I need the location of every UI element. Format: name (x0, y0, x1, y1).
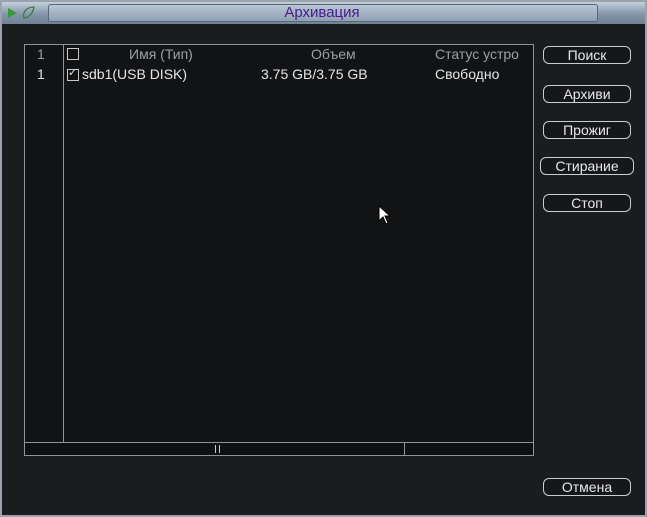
row-name: sdb1(USB DISK) (82, 66, 188, 82)
leaf-icon (22, 6, 35, 19)
window-title: Архивация (284, 4, 360, 21)
cancel-button[interactable]: Отмена (543, 478, 631, 496)
header-size[interactable]: Объем (311, 46, 391, 62)
burn-button[interactable]: Прожиг (543, 121, 631, 139)
mouse-pointer-icon (378, 205, 392, 225)
scrollbar-thumb[interactable] (25, 443, 405, 455)
header-name[interactable]: Имя (Тип) (129, 46, 249, 62)
row-checkbox[interactable] (67, 66, 79, 81)
play-arrow-icon (8, 8, 17, 18)
row-status: Свободно (435, 66, 500, 82)
title-bar-icons (8, 6, 35, 19)
title-bar: Архивация (2, 2, 645, 24)
select-all-checkbox[interactable] (67, 48, 79, 60)
erase-button[interactable]: Стирание (540, 157, 634, 175)
device-list[interactable]: 1 Имя (Тип) Объем Статус устро 1 sdb1(US… (24, 44, 534, 444)
column-divider (63, 45, 64, 443)
archive-button[interactable]: Архиви (543, 85, 631, 103)
row-index: 1 (37, 66, 45, 82)
header-status[interactable]: Статус устро (435, 46, 533, 62)
search-button[interactable]: Поиск (543, 46, 631, 64)
backup-window: Архивация 1 Имя (Тип) Объем Статус устро… (0, 0, 647, 517)
scrollbar-grip-icon[interactable] (215, 445, 220, 453)
row-size: 3.75 GB/3.75 GB (261, 66, 368, 82)
header-index: 1 (37, 46, 45, 62)
stop-button[interactable]: Стоп (543, 194, 631, 212)
horizontal-scrollbar[interactable] (24, 442, 534, 456)
